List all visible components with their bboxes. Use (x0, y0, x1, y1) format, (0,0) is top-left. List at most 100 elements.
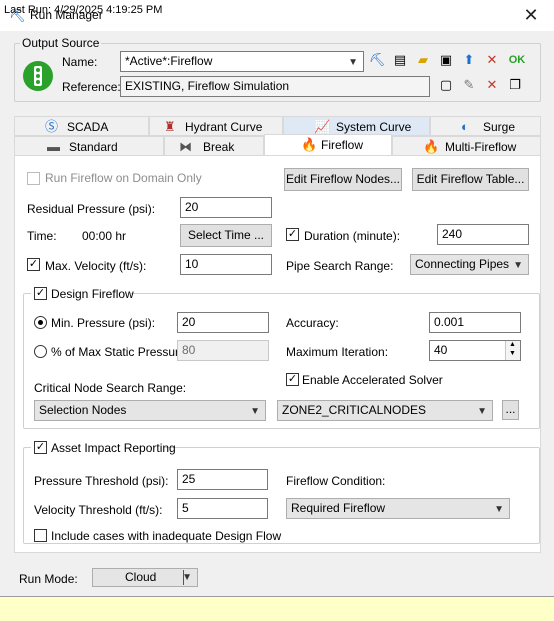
edit-icon[interactable]: ✎ (460, 76, 478, 94)
max-velocity-value: 10 (185, 257, 199, 271)
tab-system-curve[interactable]: 📈 System Curve (283, 116, 430, 136)
standard-icon: ▬ (47, 139, 60, 154)
min-pressure-input[interactable]: 20 (177, 312, 269, 333)
last-run-status: Last Run: 4/29/2025 4:19:25 PM (4, 4, 163, 16)
surge-icon: ◐ (461, 119, 469, 134)
time-label: Time: (27, 229, 57, 243)
critical-node-label: Critical Node Search Range: (34, 381, 187, 395)
velocity-threshold-input[interactable]: 5 (177, 498, 268, 519)
ok-icon[interactable]: OK (506, 51, 528, 69)
duration-checkbox[interactable]: ✓ (286, 228, 299, 241)
inadequate-flow-label: Include cases with inadequate Design Flo… (51, 529, 282, 543)
tab-surge-label: Surge (483, 120, 516, 134)
iteration-spinner[interactable]: ▲ ▼ (505, 341, 520, 360)
pipe-search-select[interactable]: Connecting Pipes ▼ (410, 254, 529, 275)
pct-static-input[interactable]: 80 (177, 340, 269, 361)
fire-icon: 🔥 (301, 137, 318, 152)
spin-down-icon[interactable]: ▼ (509, 350, 516, 357)
fireflow-condition-value: Required Fireflow (291, 501, 386, 515)
output-source-label: Output Source (20, 36, 102, 50)
select-time-button[interactable]: Select Time ... (180, 224, 272, 247)
residual-pressure-value: 20 (185, 200, 199, 214)
min-pressure-radio[interactable] (34, 316, 47, 329)
pipe-search-label: Pipe Search Range: (286, 259, 394, 273)
tab-standard-label: Standard (69, 140, 118, 154)
max-iteration-value: 40 (434, 343, 448, 357)
multi-fire-icon: 🔥 (423, 139, 440, 154)
export-icon[interactable]: ⬆ (460, 51, 478, 69)
reference-field[interactable]: EXISTING, Fireflow Simulation (120, 76, 430, 97)
max-velocity-checkbox[interactable]: ✓ (27, 258, 40, 271)
max-velocity-input[interactable]: 10 (180, 254, 272, 275)
tab-break-label: Break (203, 140, 235, 154)
spin-up-icon[interactable]: ▲ (509, 341, 516, 348)
design-fireflow-label: Design Fireflow (51, 287, 134, 301)
duration-label: Duration (minute): (304, 229, 401, 243)
velocity-threshold-label: Velocity Threshold (ft/s): (34, 503, 163, 517)
selection-set-select[interactable]: ZONE2_CRITICALNODES ▼ (277, 400, 493, 421)
duration-value: 240 (442, 227, 463, 241)
run-on-domain-checkbox[interactable] (27, 172, 40, 185)
selection-set-browse-button[interactable]: ... (502, 400, 519, 420)
chevron-down-icon: ▼ (513, 260, 523, 271)
pct-static-label: % of Max Static Pressure: (51, 345, 190, 359)
edit-fireflow-table-button[interactable]: Edit Fireflow Table... (412, 168, 529, 191)
tab-hydrant-curve[interactable]: ♜ Hydrant Curve (149, 116, 283, 136)
open-folder-icon[interactable]: ▰ (414, 51, 432, 69)
asset-impact-checkbox[interactable]: ✓ (34, 441, 47, 454)
accelerated-solver-checkbox[interactable]: ✓ (286, 373, 299, 386)
name-label: Name: (62, 55, 98, 69)
pressure-threshold-value: 25 (182, 472, 196, 486)
critical-node-select[interactable]: Selection Nodes ▼ (34, 400, 266, 421)
tab-multi-fireflow-label: Multi-Fireflow (445, 140, 517, 154)
critical-node-value: Selection Nodes (39, 403, 127, 417)
save-icon[interactable]: ▣ (437, 51, 455, 69)
status-bar (0, 596, 554, 621)
copy-icon[interactable]: ❐ (506, 76, 524, 94)
clear-icon[interactable]: ✕ (483, 51, 501, 69)
run-icon[interactable]: ⛏ (368, 51, 386, 69)
selection-set-value: ZONE2_CRITICALNODES (282, 403, 427, 417)
min-pressure-label: Min. Pressure (psi): (51, 316, 156, 330)
pressure-threshold-input[interactable]: 25 (177, 469, 268, 490)
tab-hydrant-curve-label: Hydrant Curve (185, 120, 263, 134)
reference-label: Reference: (62, 80, 121, 94)
duration-input[interactable]: 240 (437, 224, 529, 245)
inadequate-flow-checkbox[interactable] (34, 529, 47, 542)
min-pressure-value: 20 (182, 315, 196, 329)
close-icon[interactable]: ✕ (518, 5, 544, 27)
residual-pressure-input[interactable]: 20 (180, 197, 272, 218)
run-mode-select[interactable]: Cloud ▼ (92, 568, 198, 587)
pct-static-radio[interactable] (34, 345, 47, 358)
chevron-down-icon: ▼ (182, 572, 192, 583)
velocity-threshold-value: 5 (182, 501, 189, 515)
tab-standard[interactable]: ▬ Standard (14, 136, 164, 156)
time-value: 00:00 hr (82, 229, 127, 243)
accelerated-solver-label: Enable Accelerated Solver (302, 373, 443, 387)
pipe-break-icon: ⧓ (179, 139, 192, 154)
edit-fireflow-nodes-button[interactable]: Edit Fireflow Nodes... (284, 168, 402, 191)
pressure-threshold-label: Pressure Threshold (psi): (34, 474, 169, 488)
name-select[interactable]: *Active*:Fireflow ▼ (120, 51, 364, 72)
accuracy-value: 0.001 (434, 315, 465, 329)
tab-fireflow[interactable]: 🔥 Fireflow (264, 134, 392, 156)
pct-static-value: 80 (182, 343, 196, 357)
tab-surge[interactable]: ◐ Surge (430, 116, 541, 136)
run-mode-value: Cloud (125, 570, 157, 584)
report-icon[interactable]: ▤ (391, 51, 409, 69)
scada-icon: Ⓢ (45, 119, 59, 134)
design-fireflow-checkbox[interactable]: ✓ (34, 287, 47, 300)
reference-value: EXISTING, Fireflow Simulation (125, 79, 290, 93)
max-velocity-label: Max. Velocity (ft/s): (45, 259, 147, 273)
delete-icon[interactable]: ✕ (483, 76, 501, 94)
fireflow-condition-label: Fireflow Condition: (286, 474, 386, 488)
tab-break[interactable]: ⧓ Break (164, 136, 264, 156)
tab-fireflow-label: Fireflow (321, 138, 364, 152)
fireflow-condition-select[interactable]: Required Fireflow ▼ (286, 498, 510, 519)
name-value: *Active*:Fireflow (125, 54, 213, 68)
new-icon[interactable]: ▢ (437, 76, 455, 94)
traffic-light-icon (23, 61, 53, 91)
tab-multi-fireflow[interactable]: 🔥 Multi-Fireflow (392, 136, 541, 156)
tab-scada[interactable]: Ⓢ SCADA (14, 116, 149, 136)
accuracy-input[interactable]: 0.001 (429, 312, 521, 333)
